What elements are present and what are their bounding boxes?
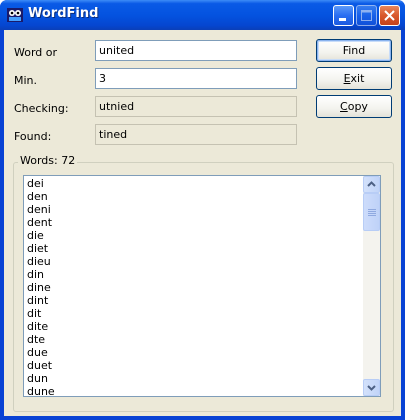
maximize-icon	[361, 10, 372, 21]
min-input[interactable]: 3	[95, 68, 297, 89]
words-listbox[interactable]: dei den deni dent die diet dieu din dine dint dit d…	[23, 175, 381, 397]
list-item[interactable]: dune	[27, 385, 55, 396]
list-item[interactable]: dite	[27, 320, 55, 333]
list-item[interactable]: dieu	[27, 255, 55, 268]
checking-field: utnied	[95, 96, 297, 117]
maximize-button[interactable]	[356, 5, 377, 26]
chevron-down-icon	[367, 385, 376, 391]
app-icon	[7, 8, 23, 22]
exit-mnemonic: E	[343, 72, 351, 85]
thumb-grip-line	[368, 209, 376, 210]
found-label: Found:	[14, 130, 52, 143]
list-item[interactable]: diet	[27, 242, 55, 255]
thumb-grip-line	[368, 215, 376, 216]
scroll-up-button[interactable]	[363, 176, 380, 193]
min-label: Min.	[14, 74, 38, 87]
list-item[interactable]: den	[27, 190, 55, 203]
copy-label-rest: opy	[347, 100, 368, 113]
checking-label: Checking:	[14, 102, 69, 115]
title-bar[interactable]: WordFind	[0, 0, 405, 30]
list-item[interactable]: due	[27, 346, 55, 359]
window-title: WordFind	[28, 6, 99, 21]
scroll-thumb[interactable]	[363, 193, 380, 231]
app-window: WordFind Word or united Min. 3 Checking:…	[0, 0, 405, 420]
copy-mnemonic: C	[340, 100, 348, 113]
list-item[interactable]: dei	[27, 177, 55, 190]
list-item[interactable]: dit	[27, 307, 55, 320]
list-item[interactable]: deni	[27, 203, 55, 216]
found-field: tined	[95, 124, 297, 145]
list-item[interactable]: dte	[27, 333, 55, 346]
list-item[interactable]: dun	[27, 372, 55, 385]
list-item[interactable]: dint	[27, 294, 55, 307]
list-item[interactable]: die	[27, 229, 55, 242]
exit-label-rest: xit	[350, 72, 365, 85]
find-button[interactable]: Find	[316, 39, 392, 62]
minimize-icon	[339, 18, 346, 21]
list-item[interactable]: duet	[27, 359, 55, 372]
word-input[interactable]: united	[95, 40, 297, 61]
thumb-grip-line	[368, 211, 376, 212]
thumb-grip-line	[368, 213, 376, 214]
words-group-title: Words: 72	[18, 154, 78, 168]
list-item[interactable]: dine	[27, 281, 55, 294]
client-area: Word or united Min. 3 Checking: utnied F…	[4, 30, 401, 416]
exit-button[interactable]: Exit	[316, 67, 392, 90]
close-icon	[384, 10, 395, 21]
copy-button[interactable]: Copy	[316, 95, 392, 118]
minimize-button[interactable]	[333, 5, 354, 26]
chevron-up-icon	[367, 181, 376, 187]
scroll-down-button[interactable]	[363, 379, 380, 396]
list-item[interactable]: dent	[27, 216, 55, 229]
list-item[interactable]: din	[27, 268, 55, 281]
words-list: dei den deni dent die diet dieu din dine dint dit d…	[27, 177, 55, 396]
vertical-scrollbar[interactable]	[363, 176, 380, 396]
close-button[interactable]	[379, 5, 400, 26]
word-label: Word or	[14, 46, 58, 59]
